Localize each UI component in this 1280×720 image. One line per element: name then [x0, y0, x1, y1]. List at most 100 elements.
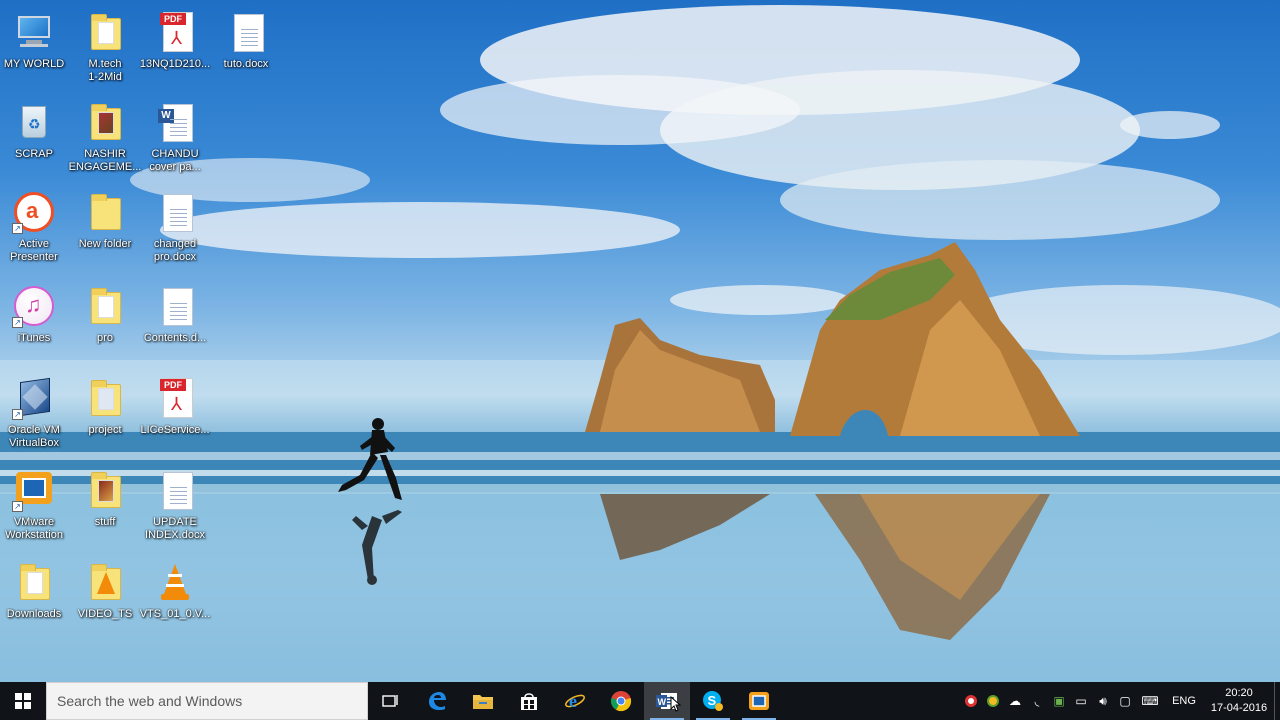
shortcut-arrow-icon: ↗ — [12, 409, 23, 420]
show-desktop-button[interactable] — [1274, 682, 1280, 720]
desktop-icon-stuff[interactable]: stuff — [69, 466, 141, 554]
tray-notifications[interactable]: ▢ — [1114, 682, 1136, 720]
clock-time: 20:20 — [1225, 687, 1253, 699]
document-icon — [153, 190, 197, 234]
folder-icon — [473, 695, 493, 709]
desktop-icon-label: project — [88, 424, 122, 436]
battery-icon: ▭ — [1075, 694, 1087, 708]
message-icon: ▢ — [1119, 694, 1131, 708]
desktop-icon-label: CHANDU cover pa... — [149, 148, 201, 173]
taskbar-task-view[interactable] — [368, 682, 414, 720]
desktop-icon-changed-pro[interactable]: changed pro.docx — [139, 188, 211, 276]
tray-language[interactable]: ENG — [1164, 695, 1204, 707]
system-tray: ☁ ◟ ▣ ▭ 🔊︎ ▢ ⌨ ENG 20:20 17-04-2016 — [960, 682, 1280, 720]
tray-keyboard[interactable]: ⌨ — [1136, 682, 1164, 720]
word-document-icon: W — [153, 100, 197, 144]
tray-clock[interactable]: 20:20 17-04-2016 — [1204, 686, 1274, 716]
desktop-icon-itunes[interactable]: ♫ ↗ iTunes — [0, 282, 70, 370]
desktop-icon-virtualbox[interactable]: ↗ Oracle VM VirtualBox — [0, 374, 70, 462]
desktop-icon-label: VMware Workstation — [5, 516, 63, 541]
desktop-icon-tuto[interactable]: tuto.docx — [210, 8, 282, 96]
desktop-icon-label: VIDEO_TS — [77, 608, 133, 620]
desktop-icon-label: Contents.d... — [143, 332, 207, 344]
taskbar-vmware[interactable] — [736, 682, 782, 720]
taskbar-skype[interactable]: S — [690, 682, 736, 720]
desktop-icon-scrap[interactable]: ♻ SCRAP — [0, 98, 70, 186]
svg-text:S: S — [708, 693, 717, 708]
folder-icon — [83, 190, 127, 234]
start-button[interactable] — [0, 682, 46, 720]
svg-text:W: W — [658, 697, 667, 707]
tray-security[interactable]: ▣ — [1048, 682, 1070, 720]
wifi-icon: ◟ — [1034, 694, 1040, 708]
cloud-icon: ☁ — [1009, 694, 1021, 708]
search-input[interactable] — [57, 693, 367, 709]
desktop-icon-project[interactable]: project — [69, 374, 141, 462]
shield-icon — [987, 695, 999, 707]
chrome-icon — [610, 691, 632, 712]
desktop-icon-label: stuff — [94, 516, 116, 528]
shortcut-arrow-icon: ↗ — [12, 317, 23, 328]
desktop-icon-pro[interactable]: pro — [69, 282, 141, 370]
security-icon: ▣ — [1053, 694, 1065, 708]
desktop-icon-nashir[interactable]: NASHIR ENGAGEME... — [69, 98, 141, 186]
volume-icon: 🔊︎ — [1099, 693, 1107, 708]
taskbar-file-explorer[interactable] — [460, 682, 506, 720]
desktop-icon-label: Downloads — [6, 608, 62, 620]
taskbar-chrome[interactable] — [598, 682, 644, 720]
pdf-icon: PDF ⅄ — [153, 376, 197, 420]
keyboard-icon: ⌨ — [1141, 694, 1159, 708]
taskbar-word[interactable]: W — [644, 682, 690, 720]
shortcut-arrow-icon: ↗ — [12, 223, 23, 234]
desktop-icon-downloads[interactable]: Downloads — [0, 558, 70, 646]
taskbar-store[interactable] — [506, 682, 552, 720]
desktop-icon-mtech[interactable]: M.tech 1-2Mid — [69, 8, 141, 96]
shortcut-arrow-icon: ↗ — [12, 501, 23, 512]
tray-power[interactable]: ▭ — [1070, 682, 1092, 720]
virtualbox-icon: ↗ — [12, 376, 56, 420]
vmware-icon — [749, 692, 769, 710]
desktop-icon-label: iTunes — [17, 332, 51, 344]
store-icon — [521, 693, 537, 710]
desktop-icon-video-ts[interactable]: VIDEO_TS — [69, 558, 141, 646]
svg-text:e: e — [569, 691, 577, 711]
pdf-icon: PDF ⅄ — [153, 10, 197, 54]
desktop-icon-vts-01[interactable]: VTS_01_0.V... — [139, 558, 211, 646]
taskbar: e W S — [0, 682, 1280, 720]
folder-icon — [83, 100, 127, 144]
desktop-icon-label: MY WORLD — [3, 58, 65, 70]
tray-volume[interactable]: 🔊︎ — [1092, 682, 1114, 720]
desktop-icon-label: LICeService... — [140, 424, 210, 436]
taskbar-edge[interactable] — [414, 682, 460, 720]
record-icon — [965, 695, 977, 707]
desktop-icon-active-presenter[interactable]: a ↗ Active Presenter — [0, 188, 70, 276]
folder-icon — [83, 284, 127, 328]
desktop-icon-update-index[interactable]: UPDATE INDEX.docx — [139, 466, 211, 554]
tray-network[interactable]: ◟ — [1026, 682, 1048, 720]
tray-app-2[interactable] — [982, 682, 1004, 720]
taskbar-internet-explorer[interactable]: e — [552, 682, 598, 720]
desktop-icon-label: Oracle VM VirtualBox — [8, 424, 60, 449]
desktop-icon-label: tuto.docx — [223, 58, 269, 70]
folder-icon — [83, 10, 127, 54]
vlc-folder-icon — [83, 560, 127, 604]
desktop-icon-vmware[interactable]: ↗ VMware Workstation — [0, 466, 70, 554]
desktop-icon-my-world[interactable]: MY WORLD — [0, 8, 70, 96]
document-icon — [153, 284, 197, 328]
recycle-bin-icon: ♻ — [12, 100, 56, 144]
tray-app-1[interactable] — [960, 682, 982, 720]
document-icon — [224, 10, 268, 54]
desktop-icon-13nq1d210[interactable]: PDF ⅄ 13NQ1D210... — [139, 8, 211, 96]
desktop-icon-label: changed pro.docx — [153, 238, 197, 263]
tray-onedrive[interactable]: ☁ — [1004, 682, 1026, 720]
desktop-icon-label: UPDATE INDEX.docx — [145, 516, 205, 541]
folder-icon — [83, 468, 127, 512]
desktop-icon-contents[interactable]: Contents.d... — [139, 282, 211, 370]
windows-logo-icon — [15, 693, 31, 709]
desktop-icon-new-folder[interactable]: New folder — [69, 188, 141, 276]
search-box[interactable] — [46, 682, 368, 720]
desktop-icon-liceservice[interactable]: PDF ⅄ LICeService... — [139, 374, 211, 462]
desktop-icon-chandu[interactable]: W CHANDU cover pa... — [139, 98, 211, 186]
skype-icon: S — [703, 691, 723, 711]
edge-icon — [429, 692, 446, 710]
